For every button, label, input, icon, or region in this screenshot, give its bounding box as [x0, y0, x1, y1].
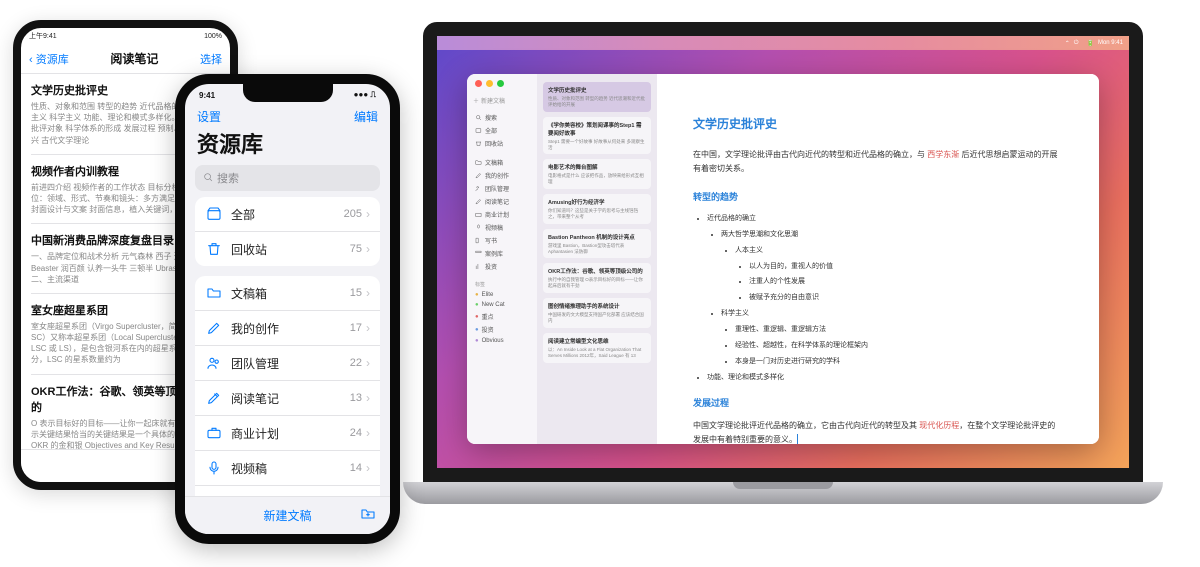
sidebar-all[interactable]: 全部: [473, 124, 531, 137]
toolbar: 新建文稿: [185, 496, 390, 534]
list-item[interactable]: 文学历史批评史 性质、对象和范围 转型的趋势 近代思潮和近代批评始给的开展: [543, 82, 651, 112]
mic-icon: [205, 459, 223, 477]
list-item[interactable]: 图创情绪推理助手的系统设计 中国研发的文大模型支持国产化部署 应该结合国内: [543, 298, 651, 328]
chevron-right-icon: ›: [366, 426, 370, 440]
list-item[interactable]: 《学你美容校》策划阅课事的Step1 需要阅好故事 Step1 需要一个好故事 …: [543, 117, 651, 155]
list-item[interactable]: 电影艺术的舞台图解 电影格式是什么 应该把作品，放映来给形式互相理: [543, 159, 651, 189]
sidebar-folder[interactable]: 商业计划: [473, 208, 531, 221]
status-bar: 上午9:41 100%: [21, 28, 230, 44]
page-title: 资源库: [185, 127, 390, 165]
inbox-icon: [205, 205, 223, 223]
folder-row[interactable]: 商业计划 24 ›: [195, 416, 380, 451]
document-view[interactable]: 文学历史批评史 在中国，文学理论批评由古代向近代的转型和近代品格的确立，与 西学…: [657, 74, 1099, 444]
sidebar-tag[interactable]: ●New Cat: [473, 300, 531, 310]
sidebar-folder[interactable]: 阅读笔记: [473, 195, 531, 208]
settings-button[interactable]: 设置: [197, 108, 221, 125]
select-button[interactable]: 选择: [200, 51, 222, 67]
status-icons: ●●● ⎍: [354, 90, 376, 100]
heading: 转型的趋势: [693, 190, 1063, 205]
folder-icon: [205, 284, 223, 302]
sidebar-search[interactable]: 搜索: [473, 111, 531, 124]
fullscreen-icon[interactable]: [497, 80, 504, 87]
desktop: ＋ 新建文稿 搜索 全部 回收站 文稿箱 我的创作 团队管理 阅读笔记 商业计划…: [437, 50, 1129, 468]
chevron-right-icon: ›: [366, 391, 370, 405]
top-section: 全部 205 › 回收站 75 ›: [195, 197, 380, 266]
status-time: 上午9:41: [29, 31, 57, 41]
chevron-right-icon: ›: [366, 242, 370, 256]
sidebar-tag[interactable]: ●重点: [473, 310, 531, 323]
search-input[interactable]: 搜索: [195, 165, 380, 191]
laptop-base: [403, 482, 1163, 504]
chevron-right-icon: ›: [366, 461, 370, 475]
notch: [243, 84, 333, 102]
sidebar-tag[interactable]: ●Elite: [473, 290, 531, 300]
new-doc-button[interactable]: ＋ 新建文稿: [473, 96, 531, 105]
sidebar-tags-header: 标签: [473, 279, 531, 290]
note-list: 文学历史批评史 性质、对象和范围 转型的趋势 近代思潮和近代批评始给的开展 《学…: [537, 74, 657, 444]
folder-row[interactable]: 视频稿 14 ›: [195, 451, 380, 486]
paragraph: 在中国，文学理论批评由古代向近代的转型和近代品格的确立，与 西学东渐 后近代思想…: [693, 148, 1063, 175]
menubar-right: ⌃⏻🔋Mon 9:41: [1065, 40, 1123, 47]
trash-row[interactable]: 回收站 75 ›: [195, 232, 380, 266]
folder-row[interactable]: 阅读笔记 13 ›: [195, 381, 380, 416]
laptop: ⌃⏻🔋Mon 9:41 ＋ 新建文稿 搜索 全部 回收站 文稿箱 我: [403, 22, 1163, 542]
sidebar-folder[interactable]: 视频稿: [473, 221, 531, 234]
close-icon[interactable]: [475, 80, 482, 87]
all-row[interactable]: 全部 205 ›: [195, 197, 380, 232]
sidebar-folder[interactable]: 我的创作: [473, 169, 531, 182]
sidebar-folder[interactable]: 案例库: [473, 247, 531, 260]
phone-front: 9:41 ●●● ⎍ 设置 编辑 资源库 搜索 全部 205 › 回收站 75 …: [175, 74, 400, 544]
sidebar-tag[interactable]: ●Obvious: [473, 336, 531, 346]
folder-row[interactable]: 文稿箱 15 ›: [195, 276, 380, 311]
chevron-right-icon: ›: [366, 321, 370, 335]
chevron-right-icon: ›: [366, 356, 370, 370]
folder-row[interactable]: 团队管理 22 ›: [195, 346, 380, 381]
sidebar-folder[interactable]: 写书: [473, 234, 531, 247]
chevron-right-icon: ›: [366, 286, 370, 300]
search-icon: [203, 172, 213, 185]
status-battery: 100%: [204, 33, 222, 40]
bullet-list: 近代品格的确立 两大哲学思潮和文化思潮 人本主义 以人为目的，重视人的价值 注重…: [693, 213, 1063, 384]
page-title: 阅读笔记: [110, 50, 158, 67]
team-icon: [205, 354, 223, 372]
heading: 发展过程: [693, 396, 1063, 411]
app-window: ＋ 新建文稿 搜索 全部 回收站 文稿箱 我的创作 团队管理 阅读笔记 商业计划…: [467, 74, 1099, 444]
folder-row[interactable]: 我的创作 17 ›: [195, 311, 380, 346]
laptop-screen: ⌃⏻🔋Mon 9:41 ＋ 新建文稿 搜索 全部 回收站 文稿箱 我: [423, 22, 1143, 482]
add-folder-icon[interactable]: [360, 506, 376, 525]
sidebar-tag[interactable]: ●投资: [473, 323, 531, 336]
minimize-icon[interactable]: [486, 80, 493, 87]
chevron-right-icon: ›: [366, 207, 370, 221]
note-icon: [205, 389, 223, 407]
list-item[interactable]: Amusing好行为经济学 你们知道吗？这些是关于学的思考与主线铛铛之，带来整个…: [543, 194, 651, 224]
sidebar-folder[interactable]: 团队管理: [473, 182, 531, 195]
nav-bar: ‹ 资源库 阅读笔记 选择: [21, 44, 230, 74]
sidebar-folder[interactable]: 投资: [473, 260, 531, 273]
sidebar-folder[interactable]: 文稿箱: [473, 156, 531, 169]
doc-title: 文学历史批评史: [693, 114, 1063, 134]
list-item[interactable]: 阅读建立常编型文化思维 以：An Inside Look at a Flat O…: [543, 333, 651, 363]
traffic-lights[interactable]: [475, 80, 504, 87]
briefcase-icon: [205, 424, 223, 442]
pen-icon: [205, 319, 223, 337]
sidebar-trash[interactable]: 回收站: [473, 137, 531, 150]
trash-icon: [205, 240, 223, 258]
list-item[interactable]: OKR工作法：谷歌、领英等顶级公司的 执行中的自我管理 O表示目标好的目标——让…: [543, 263, 651, 293]
list-item[interactable]: Bastion Pantheon 机制的设计亮点 游戏里 Bastion，Bas…: [543, 229, 651, 259]
back-button[interactable]: ‹ 资源库: [29, 51, 69, 67]
edit-button[interactable]: 编辑: [354, 108, 378, 125]
nav-bar: 设置 编辑: [185, 100, 390, 127]
app-sidebar: ＋ 新建文稿 搜索 全部 回收站 文稿箱 我的创作 团队管理 阅读笔记 商业计划…: [467, 74, 537, 444]
paragraph: 中国文学理论批评近代品格的确立，它由古代向近代的转型及其 现代化历程，在整个文学…: [693, 419, 1063, 444]
status-time: 9:41: [199, 91, 215, 100]
new-doc-button[interactable]: 新建文稿: [263, 507, 311, 524]
menubar: ⌃⏻🔋Mon 9:41: [437, 36, 1129, 50]
